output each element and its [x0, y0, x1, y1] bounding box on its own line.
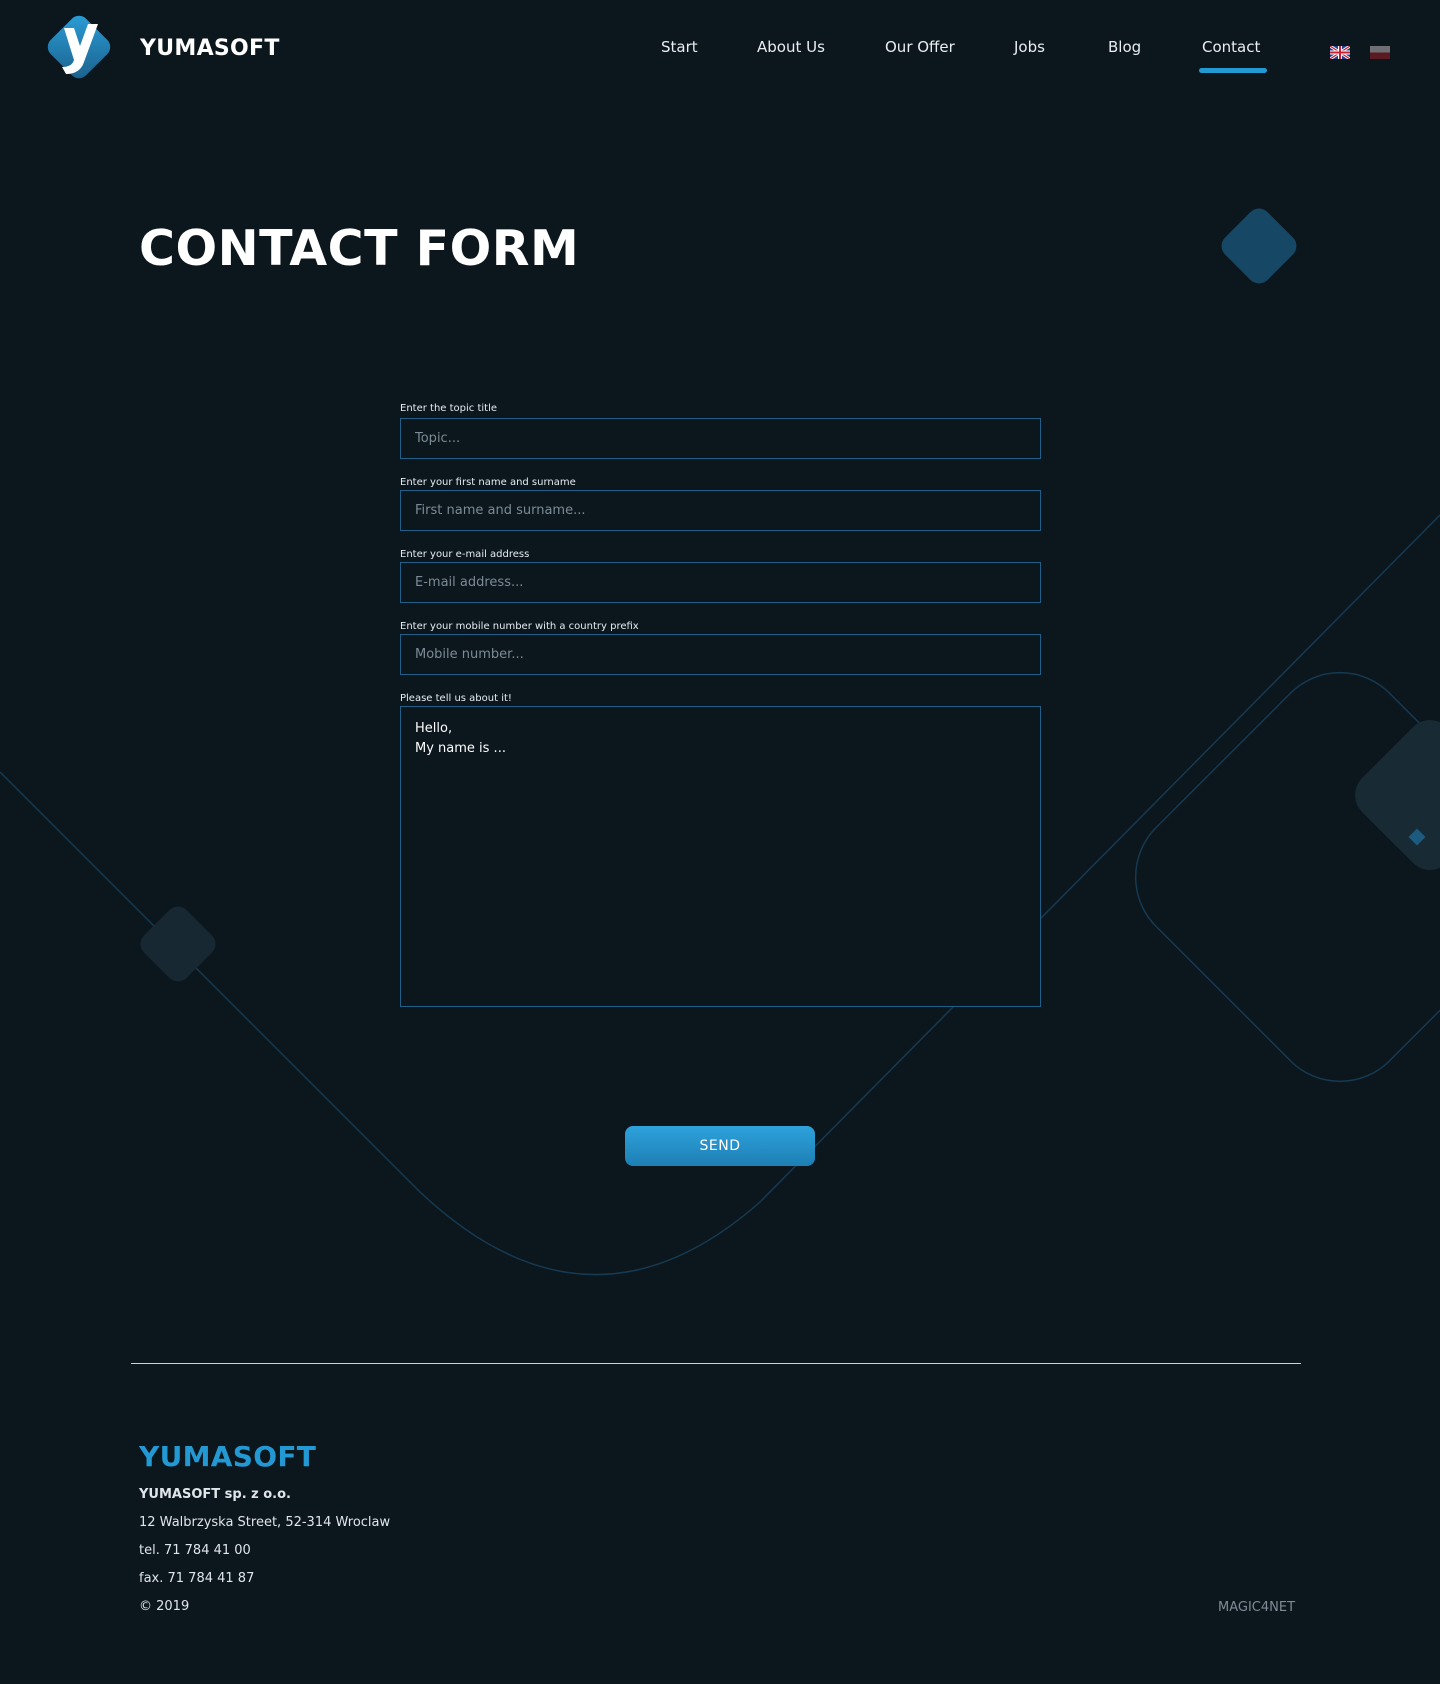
- name-input[interactable]: [400, 490, 1041, 531]
- message-textarea[interactable]: Hello, My name is ...: [400, 706, 1041, 1007]
- site-header: YUMASOFT Start About Us Our Offer Jobs B…: [0, 0, 1440, 100]
- active-nav-indicator: [1199, 68, 1267, 73]
- brand-name[interactable]: YUMASOFT: [140, 36, 280, 61]
- footer-copyright: © 2019: [139, 1599, 190, 1614]
- nav-item-our-offer[interactable]: Our Offer: [885, 38, 955, 56]
- footer-divider: [131, 1363, 1301, 1364]
- contact-page: YUMASOFT Start About Us Our Offer Jobs B…: [0, 0, 1440, 1684]
- nav-item-about-us[interactable]: About Us: [757, 38, 825, 56]
- footer-brand: YUMASOFT: [139, 1440, 317, 1473]
- topic-label: Enter the topic title: [400, 403, 498, 414]
- footer-fax: fax. 71 784 41 87: [139, 1571, 255, 1586]
- email-label: Enter your e-mail address: [400, 549, 530, 560]
- footer-address: 12 Walbrzyska Street, 52-314 Wroclaw: [139, 1515, 391, 1530]
- nav-item-contact[interactable]: Contact: [1202, 38, 1260, 56]
- mobile-label: Enter your mobile number with a country …: [400, 621, 639, 632]
- uk-flag-icon[interactable]: [1330, 46, 1350, 59]
- email-input[interactable]: [400, 562, 1041, 603]
- logo-icon[interactable]: [40, 12, 116, 84]
- send-button[interactable]: SEND: [625, 1126, 815, 1166]
- footer-credit-link[interactable]: MAGIC4NET: [1218, 1600, 1295, 1615]
- nav-item-jobs[interactable]: Jobs: [1014, 38, 1045, 56]
- mobile-input[interactable]: [400, 634, 1041, 675]
- nav-item-blog[interactable]: Blog: [1108, 38, 1141, 56]
- nav-item-start[interactable]: Start: [661, 38, 698, 56]
- topic-input[interactable]: [400, 418, 1041, 459]
- footer-company: YUMASOFT sp. z o.o.: [139, 1487, 291, 1502]
- footer-phone: tel. 71 784 41 00: [139, 1543, 251, 1558]
- name-label: Enter your first name and surname: [400, 477, 576, 488]
- message-label: Please tell us about it!: [400, 693, 512, 704]
- pl-flag-icon[interactable]: [1370, 46, 1390, 59]
- page-title: CONTACT FORM: [139, 220, 580, 277]
